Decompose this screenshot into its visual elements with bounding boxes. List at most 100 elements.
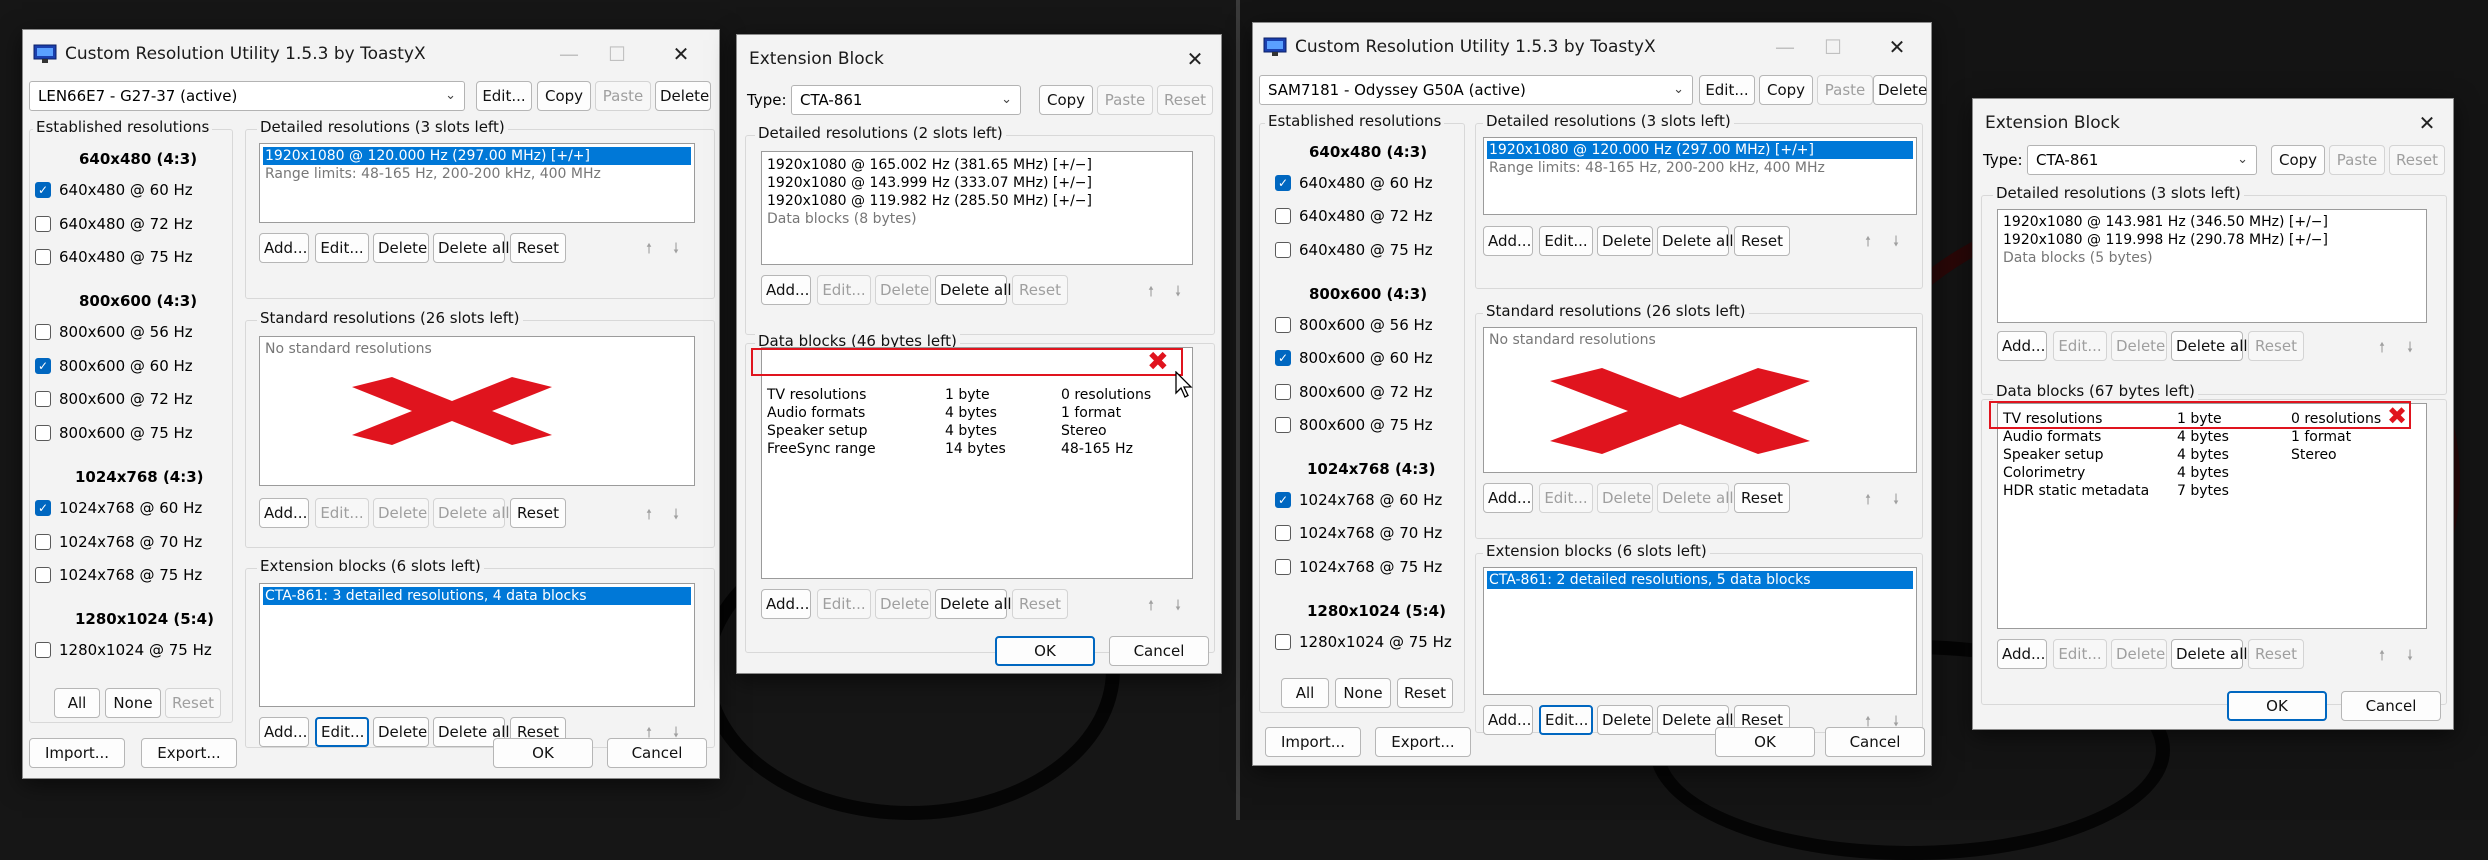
checkbox-800x600-60[interactable]: ✓ 800x600 @ 60 Hz (1275, 348, 1433, 368)
detailed-reset-button[interactable]: Reset (2248, 331, 2304, 361)
move-up-icon[interactable]: 🠕 (2379, 337, 2385, 361)
list-item[interactable]: Data blocks (5 bytes) (2001, 249, 2423, 267)
data-blocks-reset-button[interactable]: Reset (1012, 589, 1068, 619)
export-button[interactable]: Export... (1375, 727, 1471, 757)
extension-edit-button[interactable]: Edit... (1539, 705, 1593, 735)
list-item[interactable]: 1920x1080 @ 119.982 Hz (285.50 MHz) [+/−… (765, 192, 1189, 210)
data-blocks-add-button[interactable]: Add... (761, 589, 811, 619)
data-blocks-edit-button[interactable]: Edit... (817, 589, 871, 619)
list-item[interactable]: 1920x1080 @ 120.000 Hz (297.00 MHz) [+/+… (1487, 141, 1913, 159)
established-reset-button[interactable]: Reset (1397, 678, 1453, 708)
checkbox-640x480-60[interactable]: ✓ 640x480 @ 60 Hz (1275, 173, 1433, 193)
monitor-select[interactable]: SAM7181 - Odyssey G50A (active) ⌄ (1259, 75, 1693, 105)
checkbox-640x480-60[interactable]: ✓ 640x480 @ 60 Hz (35, 180, 193, 200)
data-block-row[interactable]: Speaker setup 4 bytes Stereo (765, 422, 1189, 440)
detailed-delete-all-button[interactable]: Delete all (2171, 331, 2248, 361)
cancel-button[interactable]: Cancel (1109, 636, 1209, 666)
detailed-resolutions-list[interactable]: 1920x1080 @ 165.002 Hz (381.65 MHz) [+/−… (761, 151, 1193, 265)
detailed-resolutions-list[interactable]: 1920x1080 @ 143.981 Hz (346.50 MHz) [+/−… (1997, 209, 2427, 323)
detailed-delete-button[interactable]: Delete (373, 233, 429, 263)
checkbox-800x600-56[interactable]: 800x600 @ 56 Hz (1275, 315, 1433, 335)
close-icon[interactable]: ✕ (659, 36, 703, 72)
detailed-delete-button[interactable]: Delete (2111, 331, 2167, 361)
detailed-edit-button[interactable]: Edit... (1539, 226, 1593, 256)
move-down-icon[interactable]: 🠗 (1893, 489, 1899, 513)
ok-button[interactable]: OK (995, 636, 1095, 666)
list-item[interactable]: Data blocks (8 bytes) (765, 210, 1189, 228)
data-block-row[interactable]: FreeSync range 14 bytes 48-165 Hz (765, 440, 1189, 458)
type-reset-button[interactable]: Reset (2389, 145, 2445, 175)
cancel-button[interactable]: Cancel (2341, 691, 2441, 721)
ok-button[interactable]: OK (2227, 691, 2327, 721)
cancel-button[interactable]: Cancel (607, 738, 707, 768)
move-down-icon[interactable]: 🠗 (2407, 337, 2413, 361)
move-up-icon[interactable]: 🠕 (1148, 595, 1154, 619)
data-block-row[interactable]: TV resolutions 1 byte 0 resolutions (765, 386, 1189, 404)
list-item[interactable]: 1920x1080 @ 143.999 Hz (333.07 MHz) [+/−… (765, 174, 1189, 192)
monitor-paste-button[interactable]: Paste (1817, 75, 1873, 105)
export-button[interactable]: Export... (141, 738, 237, 768)
type-select[interactable]: CTA-861 ⌄ (2027, 145, 2257, 175)
type-copy-button[interactable]: Copy (2271, 145, 2325, 175)
detailed-delete-all-button[interactable]: Delete all (433, 233, 510, 263)
checkbox-640x480-75[interactable]: 640x480 @ 75 Hz (35, 247, 193, 267)
monitor-paste-button[interactable]: Paste (595, 81, 651, 111)
detailed-add-button[interactable]: Add... (1483, 226, 1533, 256)
established-reset-button[interactable]: Reset (165, 688, 221, 718)
extension-delete-button[interactable]: Delete (1597, 705, 1653, 735)
standard-resolutions-list[interactable]: No standard resolutions (1483, 327, 1917, 473)
move-down-icon[interactable]: 🠗 (673, 504, 679, 528)
checkbox-800x600-72[interactable]: 800x600 @ 72 Hz (1275, 382, 1433, 402)
detailed-edit-button[interactable]: Edit... (315, 233, 369, 263)
close-icon[interactable]: ✕ (2405, 105, 2449, 141)
close-icon[interactable]: ✕ (1173, 41, 1217, 77)
data-blocks-delete-button[interactable]: Delete (875, 589, 931, 619)
move-down-icon[interactable]: 🠗 (673, 238, 679, 262)
checkbox-1024x768-70[interactable]: 1024x768 @ 70 Hz (35, 532, 202, 552)
checkbox-640x480-72[interactable]: 640x480 @ 72 Hz (1275, 206, 1433, 226)
established-none-button[interactable]: None (1335, 678, 1391, 708)
move-up-icon[interactable]: 🠕 (1148, 281, 1154, 305)
established-all-button[interactable]: All (54, 688, 100, 718)
move-down-icon[interactable]: 🠗 (1893, 231, 1899, 255)
ok-button[interactable]: OK (1715, 727, 1815, 757)
list-item[interactable]: 1920x1080 @ 119.998 Hz (290.78 MHz) [+/−… (2001, 231, 2423, 249)
type-reset-button[interactable]: Reset (1157, 85, 1213, 115)
minimize-icon[interactable]: — (547, 36, 591, 72)
standard-edit-button[interactable]: Edit... (315, 498, 369, 528)
monitor-copy-button[interactable]: Copy (1759, 75, 1813, 105)
move-up-icon[interactable]: 🠕 (2379, 645, 2385, 669)
extension-add-button[interactable]: Add... (259, 717, 309, 747)
checkbox-1280x1024-75[interactable]: 1280x1024 @ 75 Hz (35, 640, 212, 660)
extension-delete-button[interactable]: Delete (373, 717, 429, 747)
checkbox-1024x768-60[interactable]: ✓ 1024x768 @ 60 Hz (1275, 490, 1442, 510)
extension-blocks-list[interactable]: CTA-861: 2 detailed resolutions, 5 data … (1483, 567, 1917, 695)
checkbox-800x600-75[interactable]: 800x600 @ 75 Hz (35, 423, 193, 443)
import-button[interactable]: Import... (29, 738, 125, 768)
checkbox-800x600-75[interactable]: 800x600 @ 75 Hz (1275, 415, 1433, 435)
cancel-button[interactable]: Cancel (1825, 727, 1925, 757)
move-down-icon[interactable]: 🠗 (2407, 645, 2413, 669)
data-blocks-edit-button[interactable]: Edit... (2053, 639, 2107, 669)
monitor-edit-button[interactable]: Edit... (476, 81, 532, 111)
move-up-icon[interactable]: 🠕 (1865, 489, 1871, 513)
detailed-delete-button[interactable]: Delete (875, 275, 931, 305)
checkbox-1024x768-75[interactable]: 1024x768 @ 75 Hz (35, 565, 202, 585)
detailed-add-button[interactable]: Add... (761, 275, 811, 305)
detailed-reset-button[interactable]: Reset (1734, 226, 1790, 256)
import-button[interactable]: Import... (1265, 727, 1361, 757)
detailed-reset-button[interactable]: Reset (1012, 275, 1068, 305)
move-up-icon[interactable]: 🠕 (1865, 231, 1871, 255)
list-item[interactable]: CTA-861: 3 detailed resolutions, 4 data … (263, 587, 691, 605)
standard-delete-button[interactable]: Delete (1597, 483, 1653, 513)
type-copy-button[interactable]: Copy (1039, 85, 1093, 115)
detailed-edit-button[interactable]: Edit... (817, 275, 871, 305)
data-block-row[interactable]: HDR static metadata 7 bytes (2001, 482, 2423, 500)
detailed-add-button[interactable]: Add... (259, 233, 309, 263)
maximize-icon[interactable]: ☐ (595, 36, 639, 72)
data-blocks-delete-all-button[interactable]: Delete all (2171, 639, 2248, 669)
list-item[interactable]: Range limits: 48-165 Hz, 200-200 kHz, 40… (1487, 159, 1913, 177)
detailed-edit-button[interactable]: Edit... (2053, 331, 2107, 361)
data-blocks-delete-button[interactable]: Delete (2111, 639, 2167, 669)
established-all-button[interactable]: All (1281, 678, 1329, 708)
